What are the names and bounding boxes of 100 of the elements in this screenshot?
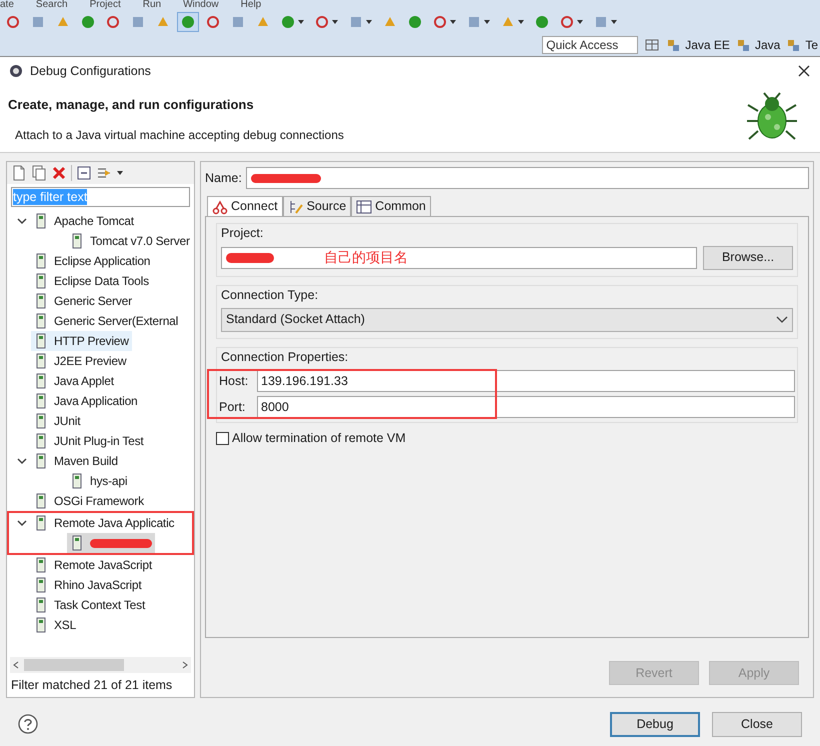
caret-icon — [610, 18, 618, 26]
connection-icon — [212, 198, 228, 214]
tree-item[interactable]: Generic Server — [31, 291, 135, 311]
tree-item[interactable]: XSL — [31, 615, 80, 635]
text-field[interactable]: 8000 — [257, 396, 795, 418]
field-label: Port: — [219, 398, 246, 416]
name-field[interactable] — [246, 167, 809, 189]
expand-toggle[interactable] — [17, 456, 27, 466]
ring-icon — [559, 14, 575, 30]
tree-item[interactable]: Java Applet — [31, 371, 117, 391]
ring-icon — [314, 14, 330, 30]
tree-item[interactable]: Tomcat v7.0 Server — [67, 231, 193, 251]
text-field[interactable]: 139.196.191.33 — [257, 370, 795, 392]
square-icon — [230, 14, 246, 30]
tab[interactable]: Source — [282, 196, 352, 216]
ring-icon — [105, 14, 121, 30]
circle-icon — [534, 14, 550, 30]
menu-item[interactable]: Help — [240, 0, 262, 10]
ring-icon — [205, 14, 221, 30]
tree-item[interactable]: J2EE Preview — [31, 351, 130, 371]
help-icon — [18, 714, 38, 734]
menu-item[interactable]: Project — [90, 0, 121, 10]
tree-item[interactable]: Remote Java Applicatic — [31, 513, 178, 533]
ring-icon — [432, 14, 448, 30]
square-icon — [30, 14, 46, 30]
tree-item[interactable]: Java Application — [31, 391, 141, 411]
chevron-icon — [17, 216, 27, 226]
caret-icon — [483, 18, 491, 26]
tree-item[interactable]: OSGi Framework — [31, 491, 147, 511]
perspective-tab[interactable]: Java EE — [666, 36, 730, 54]
header-message: Attach to a Java virtual machine accepting debug connections — [14, 126, 345, 144]
close-button[interactable] — [796, 63, 812, 79]
quick-access-field[interactable]: Quick Access — [542, 36, 638, 54]
tree-item[interactable]: Remote JavaScript — [31, 555, 155, 575]
menu-item[interactable]: ate — [0, 0, 14, 10]
circle-icon — [80, 14, 96, 30]
square-icon — [130, 14, 146, 30]
copy-button[interactable] — [31, 165, 47, 181]
grid-icon — [644, 37, 660, 53]
blocks-icon — [736, 37, 752, 53]
help-button[interactable] — [18, 714, 38, 734]
tree-item[interactable]: Eclipse Application — [31, 251, 154, 271]
tab[interactable]: Connect — [207, 196, 283, 216]
caret-icon — [576, 18, 584, 26]
caret-icon — [331, 18, 339, 26]
caret-icon — [116, 169, 124, 177]
chevron-icon — [776, 314, 788, 324]
toolbar-button[interactable] — [177, 12, 199, 32]
group-label: Connection Type: — [221, 286, 320, 304]
expand-toggle[interactable] — [17, 518, 27, 528]
tab[interactable]: Common — [351, 196, 431, 216]
square-icon — [466, 14, 482, 30]
menu-item[interactable]: Search — [36, 0, 68, 10]
collapse-button[interactable] — [76, 165, 92, 181]
allow-termination-checkbox[interactable]: Allow termination of remote VM — [216, 429, 798, 448]
delete-button[interactable] — [51, 165, 67, 181]
tree-item[interactable]: Apache Tomcat — [31, 211, 137, 231]
perspective-tab[interactable]: Java — [736, 36, 780, 54]
scrollbar-thumb[interactable] — [24, 659, 124, 671]
circle-icon — [407, 14, 423, 30]
name-label: Name: — [205, 170, 242, 187]
dialog-button[interactable]: Close — [712, 712, 802, 736]
circle-icon — [180, 14, 196, 30]
perspective-tab[interactable]: Te — [786, 36, 818, 54]
tree-item[interactable]: JUnit — [31, 411, 84, 431]
browse-button[interactable]: Browse... — [703, 246, 793, 270]
tree-item[interactable]: Maven Build — [31, 451, 121, 471]
tree-item[interactable] — [67, 533, 155, 553]
collapse-icon — [76, 165, 92, 181]
chevron-icon — [17, 518, 27, 528]
new-file-icon — [11, 165, 27, 181]
connection-type-dropdown[interactable]: Standard (Socket Attach) — [221, 308, 793, 332]
tree-item[interactable]: Task Context Test — [31, 595, 148, 615]
table-icon — [356, 198, 372, 214]
chevron-icon — [17, 456, 27, 466]
expand-toggle[interactable] — [17, 216, 27, 226]
square-icon — [348, 14, 364, 30]
ring-icon — [5, 14, 21, 30]
header-title: Create, manage, and run configurations — [8, 96, 255, 114]
tree-item[interactable]: HTTP Preview — [31, 331, 132, 351]
group-label: Project: — [221, 225, 264, 242]
delete-icon — [51, 165, 67, 181]
new-file-button[interactable] — [11, 165, 27, 181]
menu-item[interactable]: Run — [142, 0, 162, 10]
close-icon — [797, 64, 811, 78]
circle-icon — [280, 14, 296, 30]
tree-item[interactable]: Eclipse Data Tools — [31, 271, 152, 291]
copy-icon — [31, 165, 47, 181]
dialog-button[interactable]: Debug — [610, 712, 700, 736]
tree-item[interactable]: Rhino JavaScript — [31, 575, 145, 595]
horizontal-scrollbar[interactable] — [10, 657, 191, 673]
square-icon — [593, 14, 609, 30]
caret-icon — [517, 18, 525, 26]
project-field[interactable]: 自己的项目名 — [221, 246, 697, 269]
menu-item[interactable]: Window — [183, 0, 219, 10]
window-title: Debug Configurations — [30, 62, 152, 80]
tree-item[interactable]: JUnit Plug-in Test — [31, 431, 147, 451]
tree-item[interactable]: Generic Server(External — [31, 311, 182, 331]
app-icon — [8, 63, 24, 79]
tree-item[interactable]: hys-api — [67, 471, 130, 491]
